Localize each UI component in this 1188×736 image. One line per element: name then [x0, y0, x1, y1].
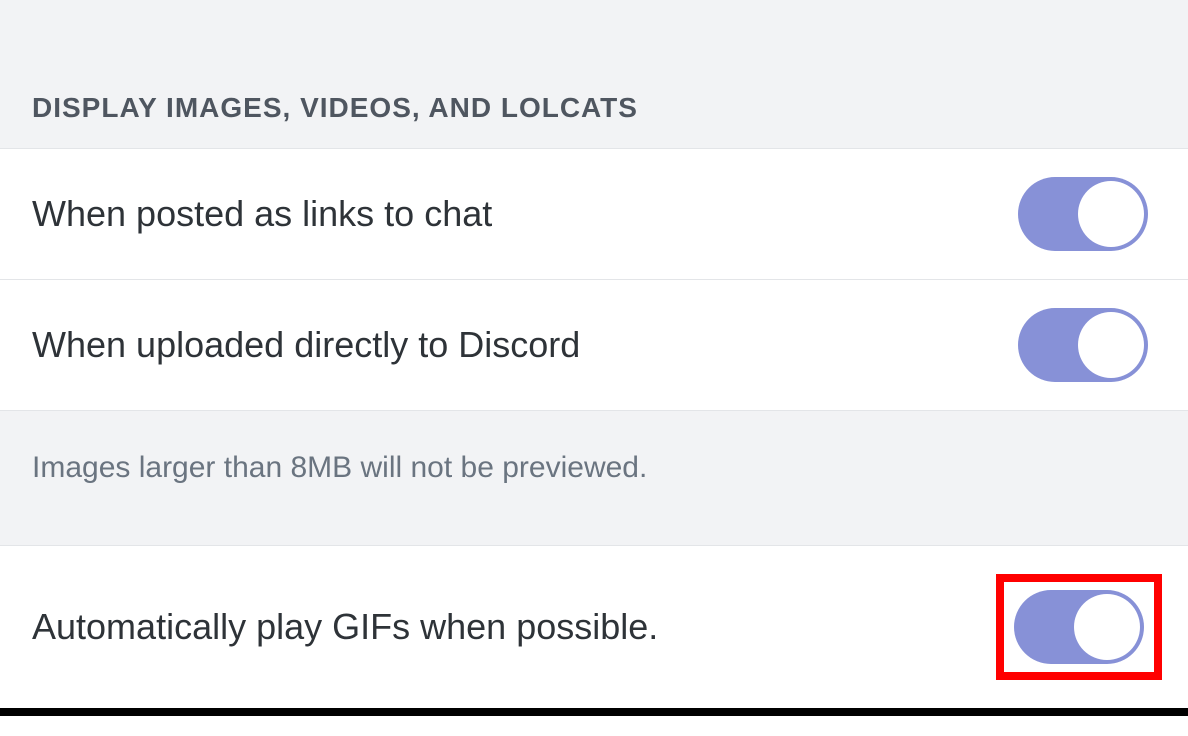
setting-label-autoplay-gifs: Automatically play GIFs when possible. — [32, 604, 658, 651]
help-text-block: Images larger than 8MB will not be previ… — [0, 411, 1188, 546]
setting-row-uploaded: When uploaded directly to Discord — [0, 280, 1188, 411]
toggle-links[interactable] — [1018, 177, 1148, 251]
help-text: Images larger than 8MB will not be previ… — [32, 451, 647, 484]
section-header-display-media: DISPLAY IMAGES, VIDEOS, AND LOLCATS — [0, 0, 1188, 149]
toggle-knob — [1078, 181, 1144, 247]
settings-panel: DISPLAY IMAGES, VIDEOS, AND LOLCATS When… — [0, 0, 1188, 736]
highlight-box — [996, 574, 1162, 680]
toggle-uploaded[interactable] — [1018, 308, 1148, 382]
toggle-autoplay-gifs[interactable] — [1014, 590, 1144, 664]
section-title: DISPLAY IMAGES, VIDEOS, AND LOLCATS — [32, 92, 638, 123]
setting-label-links: When posted as links to chat — [32, 191, 492, 238]
bottom-bar — [0, 708, 1188, 716]
setting-row-autoplay-gifs: Automatically play GIFs when possible. — [0, 546, 1188, 708]
toggle-knob — [1078, 312, 1144, 378]
setting-row-links: When posted as links to chat — [0, 149, 1188, 280]
setting-label-uploaded: When uploaded directly to Discord — [32, 322, 580, 369]
toggle-knob — [1074, 594, 1140, 660]
